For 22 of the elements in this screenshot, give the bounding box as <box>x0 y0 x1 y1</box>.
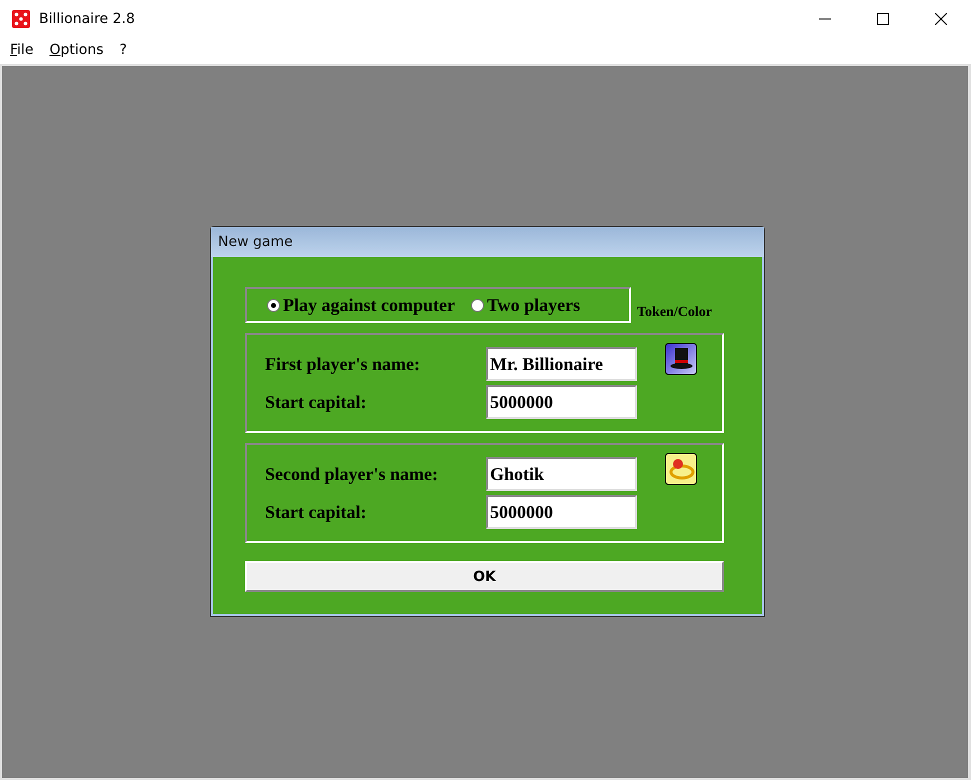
menu-item[interactable]: Options <box>49 38 104 58</box>
menu-item[interactable]: ? <box>119 38 127 58</box>
ring-icon[interactable] <box>665 453 697 485</box>
name-field[interactable]: Mr. Billionaire <box>486 347 637 381</box>
menu-item[interactable]: File <box>10 38 34 58</box>
window-title: Billionaire 2.8 <box>39 11 136 27</box>
field-label: First player's name: <box>265 354 421 374</box>
radio-button[interactable]: Play against computer <box>267 294 455 316</box>
maximize-icon[interactable] <box>877 13 889 25</box>
column-heading: Token/Color <box>637 305 712 321</box>
ok-button[interactable]: OK <box>245 561 724 592</box>
name-field[interactable]: Ghotik <box>486 457 637 491</box>
dialog-title: New game <box>211 227 764 257</box>
field-label: Start capital: <box>265 502 368 522</box>
radio-button[interactable]: Two players <box>470 294 580 316</box>
dice-icon <box>12 10 30 28</box>
capital-field[interactable]: 5000000 <box>486 385 637 419</box>
close-icon[interactable] <box>935 13 947 25</box>
capital-field[interactable]: 5000000 <box>486 495 637 529</box>
field-label: Second player's name: <box>265 464 439 484</box>
field-label: Start capital: <box>265 392 368 412</box>
top-hat-icon[interactable] <box>665 343 697 375</box>
